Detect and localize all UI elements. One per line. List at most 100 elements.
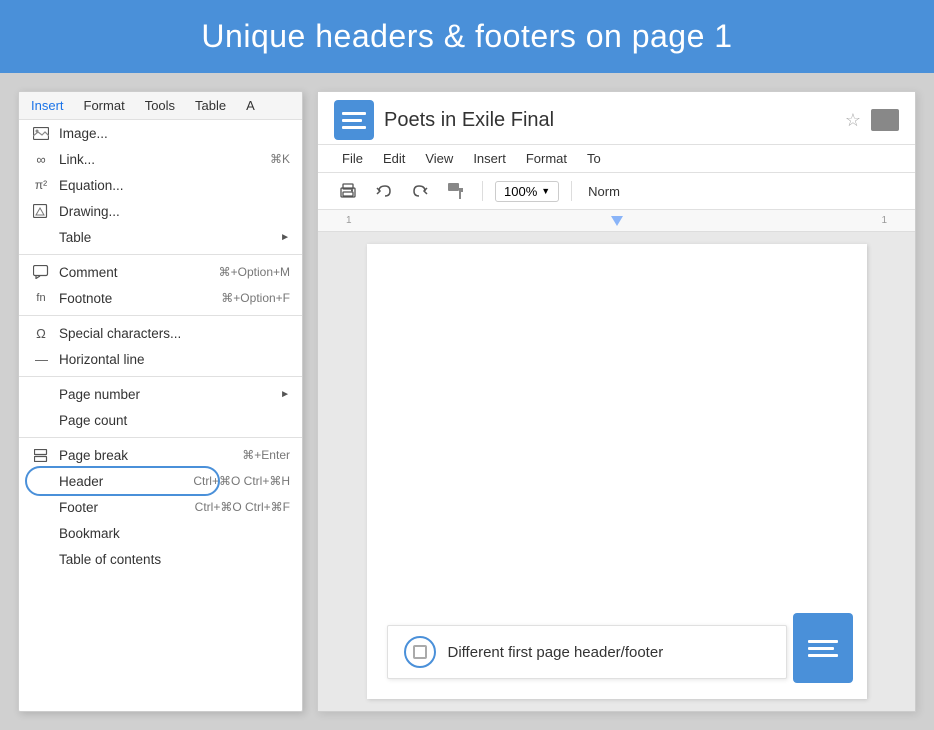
toolbar-zoom-selector[interactable]: 100% ▼: [495, 181, 559, 202]
image-icon: [31, 125, 51, 141]
page-count-icon: [31, 412, 51, 428]
toolbar-redo-btn[interactable]: [406, 177, 434, 205]
page-title: Unique headers & footers on page 1: [20, 18, 914, 55]
toolbar-style-selector[interactable]: Norm: [584, 182, 624, 201]
menu-item-table-of-contents[interactable]: Table of contents: [19, 546, 302, 572]
docs-menu-format[interactable]: Format: [518, 147, 575, 170]
footer-icon: [31, 499, 51, 515]
table-arrow-icon: ►: [280, 232, 290, 243]
docs-menu-to[interactable]: To: [579, 147, 609, 170]
format-btn-line-3: [808, 654, 838, 657]
menu-item-equation[interactable]: π² Equation...: [19, 172, 302, 198]
format-btn-line-1: [808, 640, 838, 643]
docs-logo-line-3: [342, 126, 366, 129]
docs-document-area: Different first page header/footer: [318, 232, 915, 711]
content-area: Insert Format Tools Table A Image... ∞ L…: [0, 73, 934, 730]
menu-bar-table[interactable]: Table: [191, 96, 230, 115]
menu-item-footer[interactable]: Footer Ctrl+⌘O Ctrl+⌘F: [19, 494, 302, 520]
drawing-icon: [31, 203, 51, 219]
checkbox-circle: [404, 636, 436, 668]
table-icon: [31, 229, 51, 245]
menu-item-comment-shortcut: ⌘+Option+M: [219, 265, 290, 279]
menu-item-bookmark[interactable]: Bookmark: [19, 520, 302, 546]
menu-item-bookmark-label: Bookmark: [59, 526, 290, 541]
bookmark-icon: [31, 525, 51, 541]
menu-item-table-label: Table: [59, 230, 280, 245]
special-chars-icon: Ω: [31, 325, 51, 341]
docs-folder-icon: [871, 109, 899, 131]
docs-logo-line-1: [342, 112, 366, 115]
docs-panel: Poets in Exile Final ☆ File Edit View In…: [317, 91, 916, 712]
menu-item-header-shortcut: Ctrl+⌘O Ctrl+⌘H: [193, 474, 290, 488]
menu-item-page-count-label: Page count: [59, 413, 290, 428]
menu-item-page-number-label: Page number: [59, 387, 280, 402]
menu-bar: Insert Format Tools Table A: [19, 92, 302, 120]
menu-item-footer-shortcut: Ctrl+⌘O Ctrl+⌘F: [195, 500, 290, 514]
menu-bar-insert[interactable]: Insert: [27, 96, 68, 115]
menu-item-drawing[interactable]: Drawing...: [19, 198, 302, 224]
menu-item-page-break[interactable]: Page break ⌘+Enter: [19, 442, 302, 468]
menu-item-image-label: Image...: [59, 126, 290, 141]
menu-item-comment[interactable]: Comment ⌘+Option+M: [19, 259, 302, 285]
page-number-icon: [31, 386, 51, 402]
equation-icon: π²: [31, 177, 51, 193]
page-number-arrow-icon: ►: [280, 389, 290, 400]
toolbar-undo-btn[interactable]: [370, 177, 398, 205]
menu-item-special-chars-label: Special characters...: [59, 326, 290, 341]
menu-item-horizontal-line[interactable]: — Horizontal line: [19, 346, 302, 372]
menu-item-comment-label: Comment: [59, 265, 211, 280]
footnote-icon: fn: [31, 290, 51, 306]
ruler-triangle-icon: [611, 216, 623, 226]
toolbar-separator-1: [482, 181, 483, 201]
menu-item-page-break-label: Page break: [59, 448, 234, 463]
docs-toolbar: 100% ▼ Norm: [318, 173, 915, 210]
toolbar-print-btn[interactable]: [334, 177, 362, 205]
dropdown-panel: Insert Format Tools Table A Image... ∞ L…: [18, 91, 303, 712]
docs-menu-view[interactable]: View: [417, 147, 461, 170]
comment-icon: [31, 264, 51, 280]
menu-item-link[interactable]: ∞ Link... ⌘K: [19, 146, 302, 172]
menu-item-equation-label: Equation...: [59, 178, 290, 193]
menu-bar-format[interactable]: Format: [80, 96, 129, 115]
page-break-icon: [31, 447, 51, 463]
docs-menu-bar: File Edit View Insert Format To: [318, 145, 915, 173]
docs-menu-insert[interactable]: Insert: [465, 147, 514, 170]
menu-item-special-chars[interactable]: Ω Special characters...: [19, 320, 302, 346]
menu-item-footnote[interactable]: fn Footnote ⌘+Option+F: [19, 285, 302, 311]
docs-star-icon[interactable]: ☆: [845, 110, 861, 131]
different-first-page-label: Different first page header/footer: [448, 644, 664, 661]
zoom-dropdown-icon: ▼: [541, 186, 550, 196]
link-icon: ∞: [31, 151, 51, 167]
checkbox-inner[interactable]: [413, 645, 427, 659]
docs-menu-edit[interactable]: Edit: [375, 147, 413, 170]
menu-item-page-count[interactable]: Page count: [19, 407, 302, 433]
toolbar-separator-2: [571, 181, 572, 201]
title-bar: Unique headers & footers on page 1: [0, 0, 934, 73]
format-btn-lines: [808, 640, 838, 657]
menu-item-table-of-contents-label: Table of contents: [59, 552, 290, 567]
menu-item-link-shortcut: ⌘K: [270, 152, 290, 166]
menu-item-header[interactable]: Header Ctrl+⌘O Ctrl+⌘H: [19, 468, 302, 494]
docs-title-area: Poets in Exile Final ☆: [318, 92, 915, 145]
docs-title: Poets in Exile Final: [384, 109, 835, 132]
menu-item-horizontal-line-label: Horizontal line: [59, 352, 290, 367]
toolbar-paintformat-btn[interactable]: [442, 177, 470, 205]
docs-logo-line-2: [342, 119, 362, 122]
menu-item-table[interactable]: Table ►: [19, 224, 302, 250]
document-page: Different first page header/footer: [367, 244, 867, 699]
format-button[interactable]: [793, 613, 853, 683]
menu-bar-tools[interactable]: Tools: [141, 96, 179, 115]
menu-item-drawing-label: Drawing...: [59, 204, 290, 219]
menu-item-header-label: Header: [59, 474, 185, 489]
docs-menu-file[interactable]: File: [334, 147, 371, 170]
table-of-contents-icon: [31, 551, 51, 567]
menu-item-footer-label: Footer: [59, 500, 187, 515]
menu-bar-a[interactable]: A: [242, 96, 259, 115]
menu-item-page-number[interactable]: Page number ►: [19, 381, 302, 407]
docs-logo-lines: [342, 112, 366, 129]
menu-item-image[interactable]: Image...: [19, 120, 302, 146]
ruler-mark-left: 1: [346, 215, 352, 226]
menu-item-page-break-shortcut: ⌘+Enter: [242, 448, 290, 462]
horizontal-line-icon: —: [31, 351, 51, 367]
menu-item-footnote-shortcut: ⌘+Option+F: [221, 291, 290, 305]
